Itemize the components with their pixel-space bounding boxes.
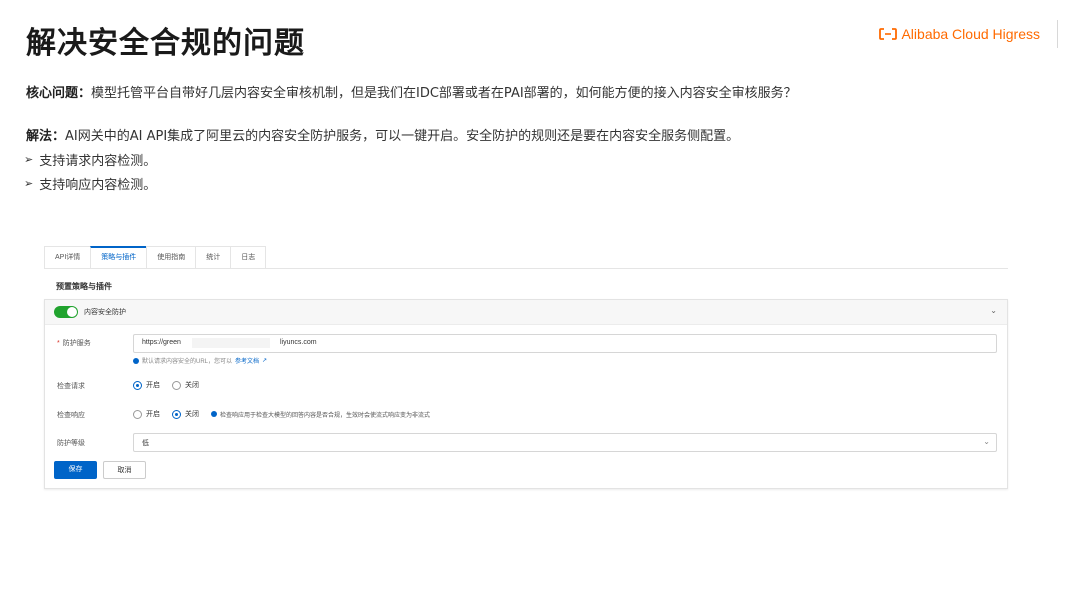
core-question-label: 核心问题： xyxy=(26,86,92,101)
solution-label: 解法： xyxy=(26,129,66,144)
check-response-hint: 检查响应用于检查大模型的回答内容是否合规，生效时会使流式响应变为非流式 xyxy=(211,410,430,419)
check-request-radio-group: 开启 关闭 xyxy=(133,380,211,390)
required-mark: * xyxy=(57,340,60,347)
bullet-item: ➢ 支持响应内容检测。 xyxy=(24,174,156,193)
check-request-off[interactable]: 关闭 xyxy=(172,380,199,390)
radio-label: 开启 xyxy=(146,411,160,418)
solution-text: AI网关中的AI API集成了阿里云的内容安全防护服务，可以一键开启。安全防护的… xyxy=(65,129,740,144)
service-label-text: 防护服务 xyxy=(62,340,91,347)
slide-title: 解决安全合规的问题 xyxy=(26,26,305,61)
bullet-text: 支持请求内容检测。 xyxy=(39,154,157,169)
toggle-knob xyxy=(67,307,77,317)
redacted-area xyxy=(192,338,270,348)
doc-link[interactable]: 参考文档 xyxy=(235,356,259,365)
radio-unchecked[interactable] xyxy=(172,380,181,390)
external-link-icon[interactable]: ↗ xyxy=(262,357,267,364)
check-request-on[interactable]: 开启 xyxy=(133,380,160,390)
radio-checked[interactable] xyxy=(133,380,142,390)
service-hint: 默认请求内容安全的URL，您可以 参考文档 ↗ xyxy=(133,356,267,365)
radio-unchecked[interactable] xyxy=(133,409,142,419)
radio-label: 开启 xyxy=(146,382,160,389)
header-divider xyxy=(1057,20,1058,48)
cancel-button[interactable]: 取消 xyxy=(103,461,146,479)
radio-label: 关闭 xyxy=(185,411,199,418)
core-question: 核心问题：模型托管平台自带好几层内容安全审核机制，但是我们在IDC部署或者在PA… xyxy=(26,82,797,101)
protection-level-select[interactable]: 低 ⌄ xyxy=(133,433,997,452)
core-question-text: 模型托管平台自带好几层内容安全审核机制，但是我们在IDC部署或者在PAI部署的，… xyxy=(91,86,797,101)
check-response-label: 检查响应 xyxy=(57,412,85,419)
check-response-on[interactable]: 开启 xyxy=(133,409,160,419)
info-icon xyxy=(133,357,139,364)
toggle-label: 内容安全防护 xyxy=(84,309,126,316)
protection-level-label: 防护等级 xyxy=(57,440,85,447)
service-url-suffix: liyuncs.com xyxy=(280,339,317,346)
tab-usage-guide[interactable]: 使用指南 xyxy=(146,246,197,268)
brand-name: Alibaba Cloud Higress xyxy=(901,26,1040,42)
card-header[interactable]: 内容安全防护 ⌄ xyxy=(45,300,1007,325)
service-url-prefix: https://green xyxy=(142,339,181,346)
arrow-bullet-icon: ➢ xyxy=(24,153,34,166)
arrow-bullet-icon: ➢ xyxy=(24,177,34,190)
tab-logs[interactable]: 日志 xyxy=(230,246,267,268)
content-security-toggle[interactable] xyxy=(54,306,78,318)
radio-checked[interactable] xyxy=(172,409,181,419)
bullet-item: ➢ 支持请求内容检测。 xyxy=(24,150,156,169)
section-title: 预置策略与插件 xyxy=(56,282,112,291)
info-icon xyxy=(211,411,217,417)
tab-bar: API详情 策略与插件 使用指南 统计 日志 xyxy=(44,246,1008,269)
check-response-off[interactable]: 关闭 xyxy=(172,409,199,419)
service-hint-text: 默认请求内容安全的URL，您可以 xyxy=(142,359,233,365)
check-response-hint-text: 检查响应用于检查大模型的回答内容是否合规，生效时会使流式响应变为非流式 xyxy=(220,412,431,419)
tab-policies-plugins[interactable]: 策略与插件 xyxy=(90,246,148,268)
brand-logo: Alibaba Cloud Higress xyxy=(879,26,1040,42)
content-security-card: 内容安全防护 ⌄ * 防护服务 https://green liyuncs.com… xyxy=(44,299,1008,489)
service-label: * 防护服务 xyxy=(57,338,91,348)
chevron-down-icon[interactable]: ⌄ xyxy=(990,306,997,315)
check-request-label: 检查请求 xyxy=(57,383,85,390)
bullet-text: 支持响应内容检测。 xyxy=(39,178,157,193)
console-screenshot: API详情 策略与插件 使用指南 统计 日志 预置策略与插件 内容安全防护 ⌄ … xyxy=(44,246,1008,490)
alibaba-cloud-logo-icon xyxy=(879,28,898,40)
service-url-input[interactable]: https://green liyuncs.com xyxy=(133,334,997,353)
solution: 解法：AI网关中的AI API集成了阿里云的内容安全防护服务，可以一键开启。安全… xyxy=(26,125,739,144)
radio-label: 关闭 xyxy=(185,382,199,389)
check-response-radio-group: 开启 关闭 检查响应用于检查大模型的回答内容是否合规，生效时会使流式响应变为非流… xyxy=(133,409,430,419)
chevron-down-icon: ⌄ xyxy=(983,437,990,446)
tab-api-details[interactable]: API详情 xyxy=(44,246,92,268)
protection-level-value: 低 xyxy=(142,440,149,447)
save-button[interactable]: 保存 xyxy=(54,461,97,479)
tab-statistics[interactable]: 统计 xyxy=(195,246,232,268)
